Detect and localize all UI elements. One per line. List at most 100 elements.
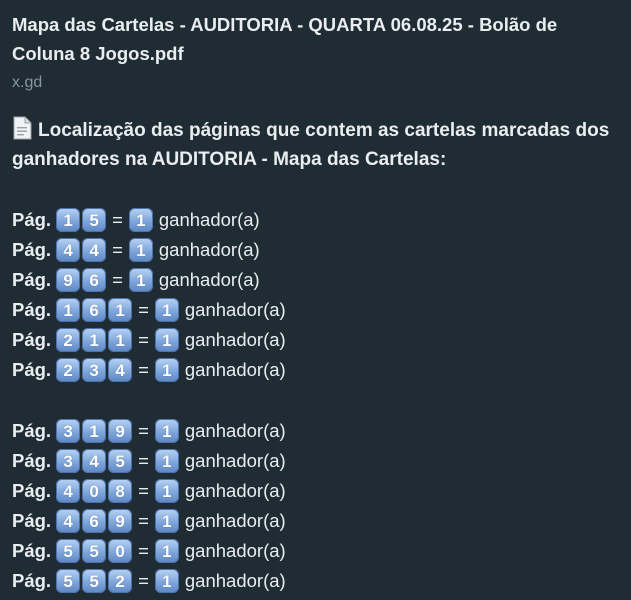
winner-count-keycap: 1 xyxy=(154,539,181,563)
winner-row: Pág. 2 3 4 = 1 ganhador(a) xyxy=(12,355,619,385)
digit-keycap: 4 xyxy=(56,238,81,262)
equals-sign: = xyxy=(138,570,149,591)
winner-count-keycap: 1 xyxy=(128,208,155,232)
winner-count-keycap: 1 xyxy=(154,569,181,593)
digit-keycap: 8 xyxy=(108,479,133,503)
winner-row: Pág. 3 1 9 = 1 ganhador(a) xyxy=(12,416,619,446)
winner-count-keycap: 1 xyxy=(154,509,181,533)
digit-keycap: 5 xyxy=(56,539,81,563)
winner-count-keycap: 1 xyxy=(128,238,155,262)
digit-keycap: 1 xyxy=(56,208,81,232)
page-prefix: Pág. xyxy=(12,329,52,350)
page-number-keycaps: 552 xyxy=(56,569,134,593)
page-prefix: Pág. xyxy=(12,359,52,380)
digit-keycap: 5 xyxy=(56,569,81,593)
winner-label: ganhador(a) xyxy=(184,359,286,380)
digit-keycap: 4 xyxy=(108,358,133,382)
winner-label: ganhador(a) xyxy=(158,239,260,260)
digit-keycap: 1 xyxy=(154,539,179,563)
page-number-keycaps: 319 xyxy=(56,419,134,443)
digit-keycap: 4 xyxy=(56,479,81,503)
winner-count-keycap: 1 xyxy=(128,268,155,292)
winner-group: Pág. 3 1 9 = 1 ganhador(a) Pág. 3 4 5 = 1 ganhador(a)… xyxy=(12,416,619,596)
digit-keycap: 1 xyxy=(154,509,179,533)
winner-count-keycap: 1 xyxy=(154,358,181,382)
digit-keycap: 1 xyxy=(128,208,153,232)
page-prefix: Pág. xyxy=(12,239,52,260)
winner-row: Pág. 4 0 8 = 1 ganhador(a) xyxy=(12,476,619,506)
digit-keycap: 0 xyxy=(82,479,107,503)
digit-keycap: 5 xyxy=(82,569,107,593)
equals-sign: = xyxy=(138,299,149,320)
equals-sign: = xyxy=(112,209,123,230)
page-number-keycaps: 161 xyxy=(56,298,134,322)
digit-keycap: 5 xyxy=(82,208,107,232)
winner-label: ganhador(a) xyxy=(184,450,286,471)
page-number-keycaps: 96 xyxy=(56,268,108,292)
digit-keycap: 5 xyxy=(82,539,107,563)
winner-page-list: Pág. 1 5 = 1 ganhador(a) Pág. 4 4 = 1 ganhador(a) Pá… xyxy=(12,205,619,596)
digit-keycap: 2 xyxy=(56,328,81,352)
digit-keycap: 1 xyxy=(82,328,107,352)
winner-row: Pág. 5 5 2 = 1 ganhador(a) xyxy=(12,566,619,596)
winner-row: Pág. 4 6 9 = 1 ganhador(a) xyxy=(12,506,619,536)
link-preview-card[interactable]: Mapa das Cartelas - AUDITORIA - QUARTA 0… xyxy=(0,0,631,103)
page-facing-up-icon xyxy=(13,116,32,140)
winner-row: Pág. 1 5 = 1 ganhador(a) xyxy=(12,205,619,235)
winner-label: ganhador(a) xyxy=(184,329,286,350)
winner-row: Pág. 3 4 5 = 1 ganhador(a) xyxy=(12,446,619,476)
digit-keycap: 2 xyxy=(108,569,133,593)
digit-keycap: 4 xyxy=(82,238,107,262)
equals-sign: = xyxy=(138,420,149,441)
page-number-keycaps: 15 xyxy=(56,208,108,232)
digit-keycap: 4 xyxy=(56,509,81,533)
winner-label: ganhador(a) xyxy=(184,480,286,501)
digit-keycap: 3 xyxy=(56,419,81,443)
digit-keycap: 6 xyxy=(82,268,107,292)
link-preview-domain: x.gd xyxy=(12,74,43,91)
equals-sign: = xyxy=(138,450,149,471)
page-number-keycaps: 234 xyxy=(56,358,134,382)
digit-keycap: 1 xyxy=(154,479,179,503)
digit-keycap: 6 xyxy=(82,509,107,533)
digit-keycap: 3 xyxy=(56,449,81,473)
link-preview-title[interactable]: Mapa das Cartelas - AUDITORIA - QUARTA 0… xyxy=(12,10,619,68)
digit-keycap: 1 xyxy=(82,419,107,443)
winner-row: Pág. 9 6 = 1 ganhador(a) xyxy=(12,265,619,295)
equals-sign: = xyxy=(138,329,149,350)
winner-count-keycap: 1 xyxy=(154,328,181,352)
message-heading: Localização das páginas que contem as ca… xyxy=(12,116,619,174)
equals-sign: = xyxy=(138,480,149,501)
winner-row: Pág. 1 6 1 = 1 ganhador(a) xyxy=(12,295,619,325)
digit-keycap: 1 xyxy=(56,298,81,322)
digit-keycap: 1 xyxy=(108,328,133,352)
winner-label: ganhador(a) xyxy=(158,209,260,230)
digit-keycap: 1 xyxy=(154,419,179,443)
digit-keycap: 9 xyxy=(56,268,81,292)
page-prefix: Pág. xyxy=(12,480,52,501)
page-number-keycaps: 345 xyxy=(56,449,134,473)
digit-keycap: 1 xyxy=(154,358,179,382)
equals-sign: = xyxy=(112,269,123,290)
equals-sign: = xyxy=(138,540,149,561)
page-prefix: Pág. xyxy=(12,299,52,320)
digit-keycap: 9 xyxy=(108,509,133,533)
digit-keycap: 1 xyxy=(128,238,153,262)
page-prefix: Pág. xyxy=(12,209,52,230)
page-prefix: Pág. xyxy=(12,450,52,471)
digit-keycap: 6 xyxy=(82,298,107,322)
digit-keycap: 3 xyxy=(82,358,107,382)
winner-count-keycap: 1 xyxy=(154,479,181,503)
digit-keycap: 1 xyxy=(154,449,179,473)
winner-count-keycap: 1 xyxy=(154,419,181,443)
page-prefix: Pág. xyxy=(12,570,52,591)
page-number-keycaps: 44 xyxy=(56,238,108,262)
winner-label: ganhador(a) xyxy=(184,510,286,531)
digit-keycap: 1 xyxy=(108,298,133,322)
message-heading-text: Localização das páginas que contem as ca… xyxy=(12,120,610,170)
winner-count-keycap: 1 xyxy=(154,449,181,473)
digit-keycap: 9 xyxy=(108,419,133,443)
digit-keycap: 0 xyxy=(108,539,133,563)
digit-keycap: 1 xyxy=(154,328,179,352)
message-body: Localização das páginas que contem as ca… xyxy=(0,103,631,600)
